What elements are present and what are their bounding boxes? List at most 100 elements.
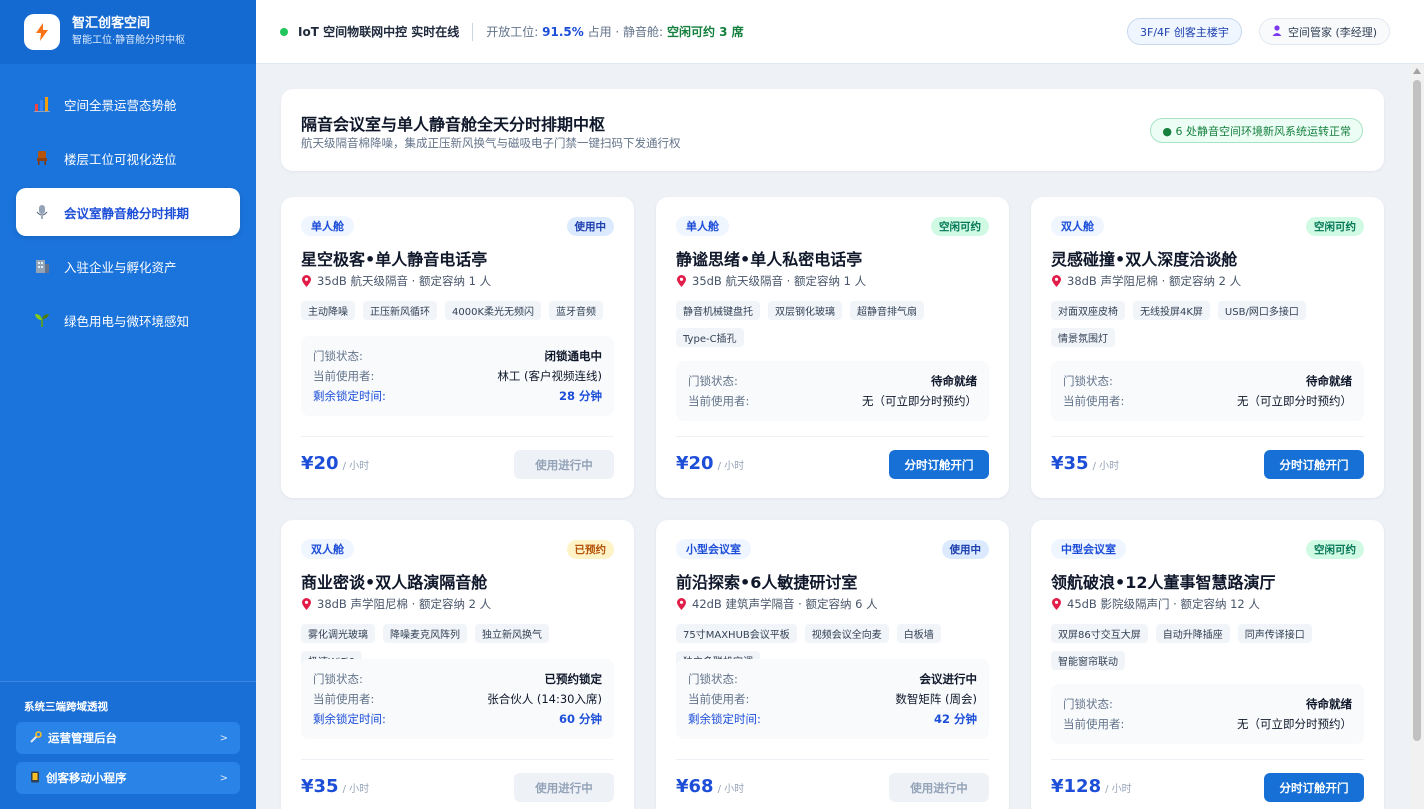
sidebar-item-3[interactable]: 会议室静音舱分时排期 (16, 188, 240, 236)
room-type-badge: 单人舱 (676, 216, 729, 236)
feature-tag: 智能窗帘联动 (1051, 651, 1125, 670)
feature-tag: 降噪麦克风阵列 (383, 624, 467, 643)
book-and-unlock-button[interactable]: 分时订舱开门 (1264, 773, 1364, 802)
floor-selector[interactable]: 3F/4F 创客主楼宇 (1127, 18, 1242, 45)
in-use-button[interactable]: 使用进行中 (514, 450, 614, 479)
in-use-button[interactable]: 使用进行中 (889, 773, 989, 802)
room-spec: 42dB 建筑声学隔音 · 额定容纳 6 人 (677, 596, 878, 612)
scrollbar-thumb[interactable] (1413, 80, 1421, 741)
price-unit: / 小时 (342, 784, 370, 795)
remaining-time-value: 42 分钟 (933, 712, 977, 726)
pods-available: 空闲可约 3 席 (666, 25, 744, 39)
location-pin-icon (302, 598, 311, 610)
sidebar-item-5[interactable]: 绿色用电与微环境感知 (16, 296, 240, 344)
room-card: 双人舱 已预约 商业密谈•双人路演隔音舱 38dB 声学阻尼棉 · 额定容纳 2 人雾… (281, 520, 634, 809)
card-divider (676, 436, 989, 437)
status-badge: 已预约 (566, 540, 614, 559)
feature-tag: 无线投屏4K屏 (1133, 301, 1210, 320)
price-unit: / 小时 (1105, 784, 1132, 795)
lock-state-row: 门锁状态: 待命就绪 (1063, 371, 1352, 391)
lock-status-panel: 门锁状态: 闭锁通电中 当前使用者: 林工 (客户视频连线) 剩余锁定时间: 28 分钟 (301, 336, 614, 416)
sidebar: 智汇创客空间 智能工位·静音舱分时中枢 空间全景运营态势舱楼层工位可视化选位会议… (0, 0, 256, 809)
lock-state-label: 门锁状态: (1063, 374, 1113, 388)
user-avatar-icon (1272, 24, 1282, 39)
page-subtitle: 航天级隔音棉降噪，集成正压新风换气与磁吸电子门禁一键扫码下发通行权 (301, 136, 681, 150)
occupancy-stats: 开放工位: 91.5% 占用 · 静音舱: 空闲可约 3 席 (486, 23, 743, 40)
scroll-up-icon[interactable] (1413, 68, 1421, 74)
room-spec-text: 45dB 影院级隔声门 · 额定容纳 12 人 (1067, 597, 1260, 611)
current-user-value: 无（可立即分时预约） (1237, 394, 1352, 408)
price: ¥20/ 小时 (301, 453, 369, 474)
sidebar-item-label: 空间全景运营态势舱 (64, 97, 177, 113)
status-badge: 空闲可约 (1306, 540, 1364, 559)
price: ¥35/ 小时 (301, 776, 369, 797)
room-type-badge: 单人舱 (301, 216, 354, 236)
price-value: ¥20 (676, 453, 714, 474)
feature-tag: 雾化调光玻璃 (301, 624, 375, 643)
room-spec: 35dB 航天级隔音 · 额定容纳 1 人 (302, 273, 491, 289)
feature-tag: 主动降噪 (301, 301, 355, 320)
remaining-time-row: 剩余锁定时间: 60 分钟 (313, 709, 602, 729)
feature-tag: 4000K柔光无频闪 (445, 301, 542, 320)
iot-online-status: IoT 空间物联网中控 实时在线 (298, 25, 460, 39)
cross-platform-title: 系统三端跨域透视 (24, 701, 108, 713)
sidebar-item-2[interactable]: 楼层工位可视化选位 (16, 134, 240, 182)
user-profile[interactable]: 空间管家 (李经理) (1259, 18, 1391, 45)
room-name: 星空极客•单人静音电话亭 (301, 250, 488, 269)
feature-tags: 双屏86寸交互大屏 自动升降插座 同声传译接口 智能窗帘联动 (1051, 624, 1366, 670)
lock-status-panel: 门锁状态: 已预约锁定 当前使用者: 张合伙人 (14:30入席) 剩余锁定时间: 60 … (301, 659, 614, 739)
lock-state-row: 门锁状态: 会议进行中 (688, 669, 977, 689)
feature-tag: 75寸MAXHUB会议平板 (676, 624, 797, 643)
card-divider (301, 436, 614, 437)
user-name: 空间管家 (李经理) (1288, 25, 1378, 39)
room-name: 前沿探索•6人敏捷研讨室 (676, 573, 858, 592)
lock-state-label: 门锁状态: (313, 349, 363, 363)
price-value: ¥128 (1051, 776, 1102, 797)
remaining-time-value: 60 分钟 (558, 712, 602, 726)
current-user-row: 当前使用者: 无（可立即分时预约） (1063, 391, 1352, 411)
sidebar-bottom: 系统三端跨域透视 运营管理后台 > 创客移动小程序 > (0, 681, 256, 809)
mini-program-button[interactable]: 创客移动小程序 > (16, 762, 240, 794)
status-badge: 使用中 (566, 217, 614, 236)
feature-tag: 自动升降插座 (1155, 624, 1230, 643)
sidebar-item-4[interactable]: 入驻企业与孵化资产 (16, 242, 240, 290)
room-card: 单人舱 空闲可约 静谧思绪•单人私密电话亭 35dB 航天级隔音 · 额定容纳 1 人… (656, 197, 1009, 498)
feature-tag: USB/网口多接口 (1217, 301, 1306, 320)
location-pin-icon (1052, 275, 1061, 287)
remaining-time-label: 剩余锁定时间: (313, 712, 386, 726)
current-user-row: 当前使用者: 无（可立即分时预约） (1063, 714, 1352, 734)
chevron-right-icon: > (219, 772, 228, 784)
room-card: 单人舱 使用中星空极客•单人静音电话亭 35dB 航天级隔音 · 额定容纳 1 人主… (281, 197, 634, 498)
room-name: 领航破浪•12人董事智慧路演厅 (1051, 573, 1276, 592)
location-pin-icon (302, 275, 311, 287)
header-divider (472, 22, 474, 41)
book-and-unlock-button[interactable]: 分时订舱开门 (1264, 450, 1364, 479)
current-user-label: 当前使用者: (688, 394, 750, 408)
main-scrollbar[interactable] (1410, 64, 1424, 809)
sidebar-item-1[interactable]: 空间全景运营态势舱 (16, 80, 240, 128)
brand-subtitle: 智能工位·静音舱分时中枢 (72, 35, 186, 46)
lock-state-value: 会议进行中 (919, 672, 978, 686)
current-user-label: 当前使用者: (1063, 717, 1125, 731)
book-and-unlock-button[interactable]: 分时订舱开门 (889, 450, 989, 479)
in-use-button[interactable]: 使用进行中 (514, 773, 614, 802)
feature-tags: 静音机械键盘托 双层钢化玻璃 超静音排气扇 Type-C插孔 (676, 301, 991, 347)
room-type-badge: 双人舱 (1051, 216, 1104, 236)
online-status-dot-icon (280, 27, 288, 36)
room-card: 小型会议室 使用中 前沿探索•6人敏捷研讨室 42dB 建筑声学隔音 · 额定容纳 6… (656, 520, 1009, 809)
feature-tag: 蓝牙音频 (549, 301, 604, 320)
brand-name: 智汇创客空间 (72, 16, 151, 31)
feature-tag: 双屏86寸交互大屏 (1051, 624, 1148, 643)
sidebar-item-label: 会议室静音舱分时排期 (64, 205, 190, 221)
remaining-time-row: 剩余锁定时间: 28 分钟 (313, 386, 602, 406)
current-user-value: 张合伙人 (14:30入席) (487, 692, 602, 706)
room-spec-text: 38dB 声学阻尼棉 · 额定容纳 2 人 (317, 597, 492, 611)
system-status-badge: ● 6 处静音空间环境新风系统运转正常 (1150, 118, 1363, 143)
lock-state-row: 门锁状态: 闭锁通电中 (313, 346, 602, 366)
ops-admin-button[interactable]: 运营管理后台 > (16, 722, 240, 754)
room-card: 双人舱 空闲可约 灵感碰撞•双人深度洽谈舱 38dB 声学阻尼棉 · 额定容纳 2 人… (1031, 197, 1384, 498)
lock-state-value: 待命就绪 (1306, 697, 1352, 711)
status-badge: 空闲可约 (931, 217, 989, 236)
current-user-row: 当前使用者: 数智矩阵 (周会) (688, 689, 977, 709)
building-icon (34, 258, 50, 274)
